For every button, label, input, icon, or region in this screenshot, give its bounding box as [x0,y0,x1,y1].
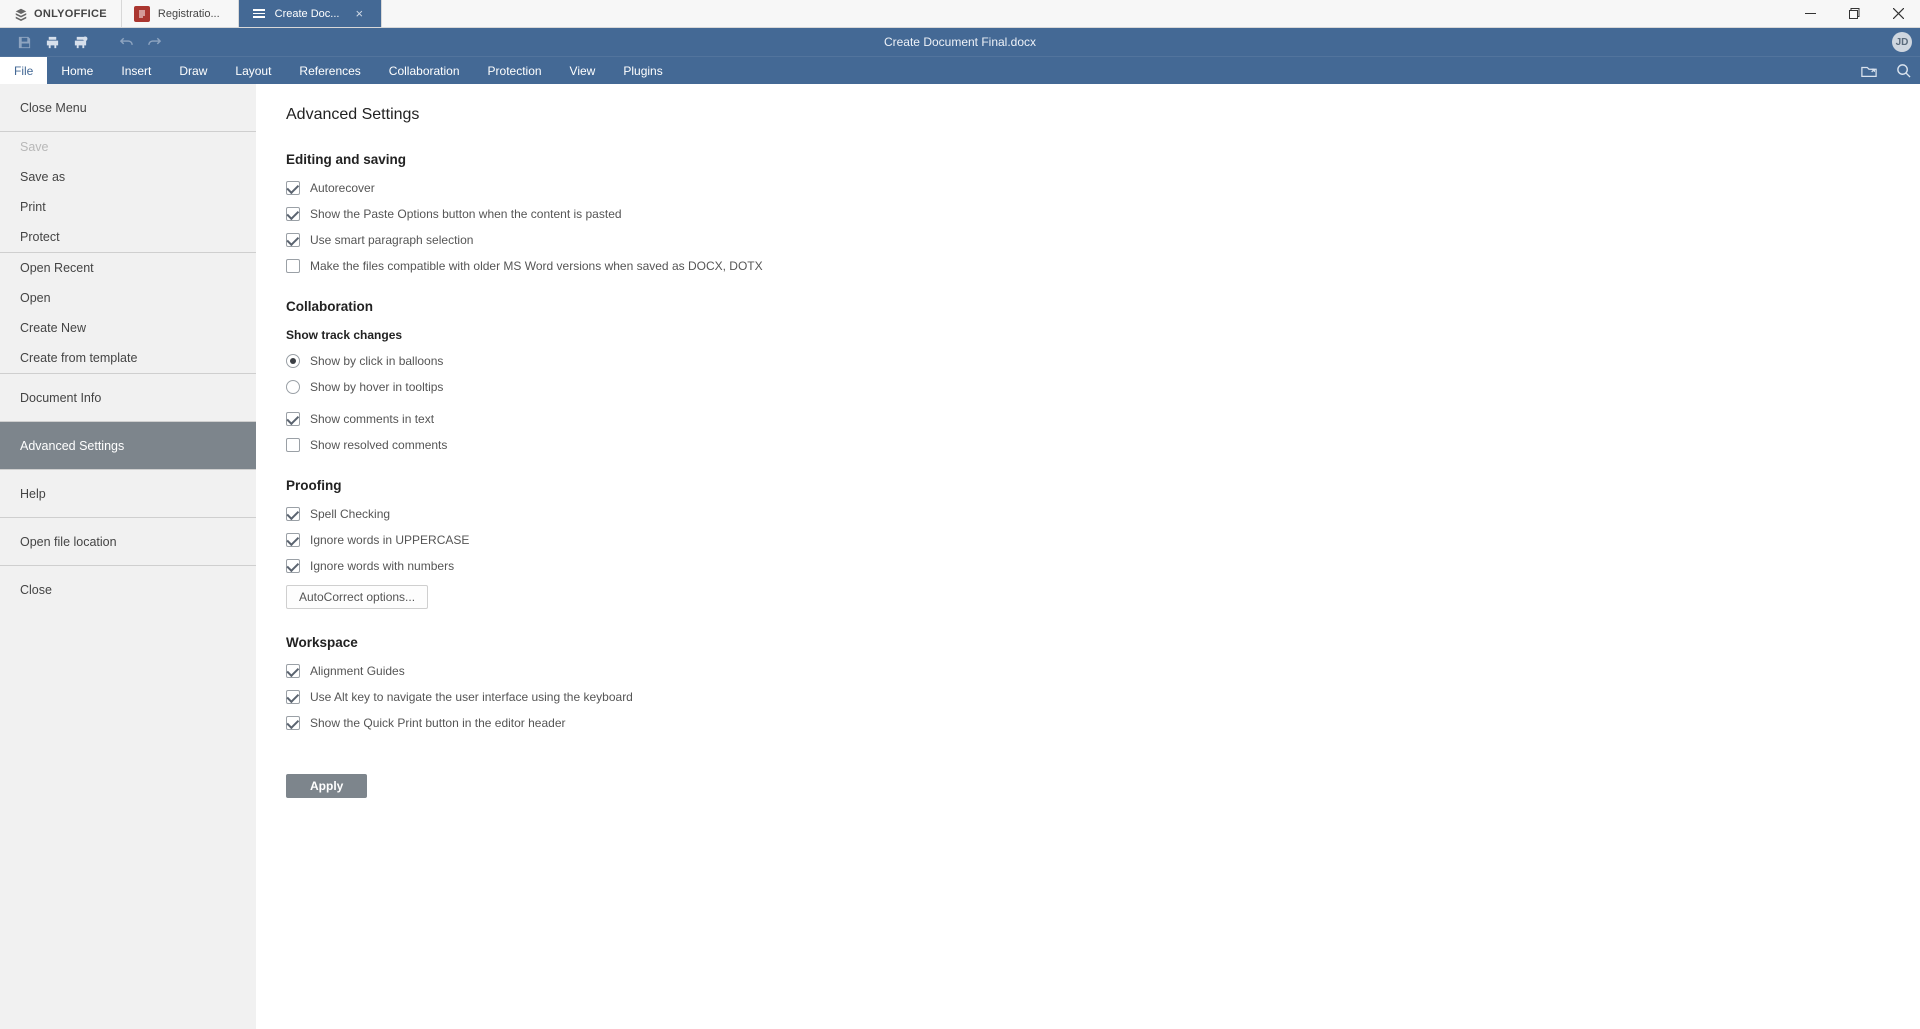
file-menu-print[interactable]: Print [0,192,256,222]
alignment-guides-checkbox[interactable] [286,664,300,678]
file-menu-document-info[interactable]: Document Info [0,374,256,421]
file-menu-open-file-location[interactable]: Open file location [0,518,256,565]
file-menu-open[interactable]: Open [0,283,256,313]
titlebar: ONLYOFFICE Registratio... Create Doc... × [0,0,1920,28]
ignore-uppercase-label: Ignore words in UPPERCASE [310,533,469,547]
quick-print-checkbox[interactable] [286,716,300,730]
file-menu-save-as[interactable]: Save as [0,162,256,192]
save-icon[interactable] [10,31,38,53]
main-area: Close MenuSaveSave asPrintProtectOpen Re… [0,84,1920,1029]
profile-avatar[interactable]: JD [1892,32,1912,52]
ribbon-tab-layout[interactable]: Layout [221,57,285,84]
quick-print-icon[interactable] [66,31,94,53]
close-button[interactable] [1876,0,1920,28]
alt-key-checkbox[interactable] [286,690,300,704]
ribbon-tab-view[interactable]: View [556,57,610,84]
track-click-radio[interactable] [286,354,300,368]
track-click-label: Show by click in balloons [310,354,443,368]
ribbon-tab-plugins[interactable]: Plugins [609,57,676,84]
search-icon[interactable] [1886,57,1920,84]
window-controls [1788,0,1920,27]
spell-check-checkbox[interactable] [286,507,300,521]
minimize-button[interactable] [1788,0,1832,28]
section-workspace: Workspace Alignment Guides Use Alt key t… [286,635,1890,730]
open-location-icon[interactable] [1852,57,1886,84]
file-menu-advanced-settings[interactable]: Advanced Settings [0,422,256,469]
hamburger-icon [251,6,267,22]
maximize-button[interactable] [1832,0,1876,28]
print-icon[interactable] [38,31,66,53]
file-menu-create-from-template[interactable]: Create from template [0,343,256,373]
quick-print-label: Show the Quick Print button in the edito… [310,716,566,730]
proofing-heading: Proofing [286,478,1890,493]
track-changes-heading: Show track changes [286,328,1890,342]
brand-tab[interactable]: ONLYOFFICE [0,0,122,27]
document-icon [134,6,150,22]
ribbon-menu: FileHomeInsertDrawLayoutReferencesCollab… [0,56,1920,84]
file-menu-save: Save [0,132,256,162]
ribbon-tab-home[interactable]: Home [47,57,107,84]
autorecover-checkbox[interactable] [286,181,300,195]
show-resolved-checkbox[interactable] [286,438,300,452]
section-collaboration: Collaboration Show track changes Show by… [286,299,1890,452]
document-tabs: Registratio... Create Doc... × [122,0,382,27]
file-menu-create-new[interactable]: Create New [0,313,256,343]
collab-heading: Collaboration [286,299,1890,314]
ribbon-tab-references[interactable]: References [285,57,374,84]
file-menu-help[interactable]: Help [0,470,256,517]
alt-key-label: Use Alt key to navigate the user interfa… [310,690,633,704]
ribbon-tab-file[interactable]: File [0,57,47,84]
file-menu-protect[interactable]: Protect [0,222,256,252]
section-proofing: Proofing Spell Checking Ignore words in … [286,478,1890,609]
document-tab[interactable]: Registratio... [122,0,239,27]
apply-button[interactable]: Apply [286,774,367,798]
paste-options-label: Show the Paste Options button when the c… [310,207,622,221]
file-menu-close[interactable]: Close [0,566,256,613]
undo-icon[interactable] [112,31,140,53]
editing-heading: Editing and saving [286,152,1890,167]
redo-icon[interactable] [140,31,168,53]
ignore-numbers-checkbox[interactable] [286,559,300,573]
ribbon-tab-draw[interactable]: Draw [165,57,221,84]
track-hover-radio[interactable] [286,380,300,394]
track-hover-label: Show by hover in tooltips [310,380,443,394]
brand-label: ONLYOFFICE [34,8,107,20]
document-tab-label: Registratio... [158,8,220,20]
document-tab-label: Create Doc... [275,8,340,20]
settings-content: Advanced Settings Editing and saving Aut… [256,84,1920,1029]
page-title: Advanced Settings [286,106,1890,124]
ribbon-tab-protection[interactable]: Protection [474,57,556,84]
autorecover-label: Autorecover [310,181,375,195]
compat-label: Make the files compatible with older MS … [310,259,763,273]
ribbon-tab-collaboration[interactable]: Collaboration [375,57,474,84]
ignore-uppercase-checkbox[interactable] [286,533,300,547]
close-tab-icon[interactable]: × [355,6,363,21]
autocorrect-button[interactable]: AutoCorrect options... [286,585,428,609]
apply-bar: Apply [286,756,1890,812]
show-comments-checkbox[interactable] [286,412,300,426]
ribbon-tab-insert[interactable]: Insert [107,57,165,84]
paste-options-checkbox[interactable] [286,207,300,221]
smart-paragraph-checkbox[interactable] [286,233,300,247]
alignment-guides-label: Alignment Guides [310,664,405,678]
workspace-heading: Workspace [286,635,1890,650]
spell-check-label: Spell Checking [310,507,390,521]
file-sidebar: Close MenuSaveSave asPrintProtectOpen Re… [0,84,256,1029]
ignore-numbers-label: Ignore words with numbers [310,559,454,573]
smart-paragraph-label: Use smart paragraph selection [310,233,473,247]
document-tab[interactable]: Create Doc... × [239,0,382,27]
compat-checkbox[interactable] [286,259,300,273]
section-editing: Editing and saving Autorecover Show the … [286,152,1890,273]
file-menu-close-menu[interactable]: Close Menu [0,84,256,131]
file-menu-open-recent[interactable]: Open Recent [0,253,256,283]
show-comments-label: Show comments in text [310,412,434,426]
document-filename: Create Document Final.docx [884,35,1036,49]
stack-icon [14,7,28,21]
quick-toolbar: Create Document Final.docx JD [0,28,1920,56]
show-resolved-label: Show resolved comments [310,438,447,452]
